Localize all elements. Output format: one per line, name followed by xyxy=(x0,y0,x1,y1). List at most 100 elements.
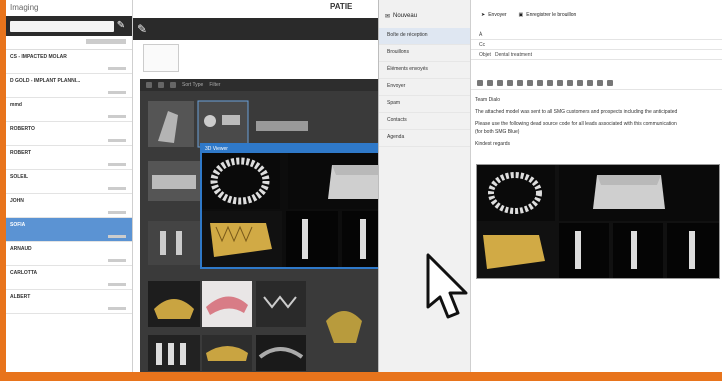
mail-nav-item[interactable]: Contacts xyxy=(379,113,470,130)
to-label: À xyxy=(479,32,483,38)
subject-value: Dental treatment xyxy=(495,52,532,58)
patient-meta xyxy=(108,163,126,166)
patient-row[interactable]: ALBERT xyxy=(6,290,132,314)
patient-thumbnail[interactable] xyxy=(143,44,179,72)
patient-meta xyxy=(108,91,126,94)
attachment-content xyxy=(477,165,719,278)
send-button[interactable]: ➤ Envoyer xyxy=(481,12,507,18)
patient-meta xyxy=(108,115,126,118)
patient-row[interactable]: ARNAUD xyxy=(6,242,132,266)
patient-row[interactable]: JOHN xyxy=(6,194,132,218)
mail-body-line: (for both SMG Blue) xyxy=(475,129,520,135)
patient-search-bar: ✎ xyxy=(6,16,132,36)
patient-list: CS - IMPACTED MOLAR D GOLD - IMPLANT PLAN… xyxy=(6,50,132,314)
patient-search-input[interactable] xyxy=(10,20,114,32)
patient-name: ARNAUD xyxy=(10,246,32,252)
mail-nav-item[interactable]: Éléments envoyés xyxy=(379,62,470,79)
patient-row[interactable]: D GOLD - IMPLANT PLANNI... xyxy=(6,74,132,98)
format-tool-icon[interactable] xyxy=(497,79,503,86)
new-mail-label: Nouveau xyxy=(393,13,418,19)
edit-tool-icon[interactable]: ✎ xyxy=(137,22,147,36)
save-icon: ▣ xyxy=(518,12,524,18)
patient-name: JOHN xyxy=(10,198,24,204)
mail-body-line: Please use the following dead source cod… xyxy=(475,121,677,127)
format-tool-icon[interactable] xyxy=(567,79,573,86)
patient-name: CARLOTTA xyxy=(10,270,38,276)
mail-nav-item[interactable]: Agenda xyxy=(379,130,470,147)
format-tool-icon[interactable] xyxy=(527,79,533,86)
mail-toolbar: ➤ Envoyer ▣ Enregistrer le brouillon xyxy=(471,8,722,22)
format-tool-icon[interactable] xyxy=(477,79,483,86)
browser-label-sort[interactable]: Sort Type xyxy=(182,82,203,88)
patient-meta xyxy=(108,67,126,70)
cursor-icon xyxy=(426,253,468,319)
format-tool-icon[interactable] xyxy=(507,79,513,86)
save-draft-label: Enregistrer le brouillon xyxy=(526,12,577,18)
subject-label: Objet xyxy=(479,52,491,58)
mail-body-line: Team Dialo xyxy=(475,97,501,103)
format-tool-icon[interactable] xyxy=(517,79,523,86)
mail-nav-item[interactable]: Boîte de réception xyxy=(379,28,470,45)
patient-name: CS - IMPACTED MOLAR xyxy=(10,54,67,60)
patient-row[interactable]: mmd xyxy=(6,98,132,122)
patient-row[interactable]: ROBERTO xyxy=(6,122,132,146)
format-tool-icon[interactable] xyxy=(557,79,563,86)
format-tool-icon[interactable] xyxy=(607,79,613,86)
to-field[interactable]: À xyxy=(471,30,722,40)
format-tool-icon[interactable] xyxy=(597,79,603,86)
format-tool-icon[interactable] xyxy=(547,79,553,86)
patient-row[interactable]: CARLOTTA xyxy=(6,266,132,290)
format-tool-icon[interactable] xyxy=(537,79,543,86)
patient-meta xyxy=(108,283,126,286)
viewer-toolbar: ✎ xyxy=(133,18,383,40)
patient-name: ALBERT xyxy=(10,294,31,300)
header-text: PATIE xyxy=(330,2,353,11)
browser-header: Sort Type Filter xyxy=(140,79,380,91)
patient-meta xyxy=(108,187,126,190)
patient-meta xyxy=(108,259,126,262)
save-draft-button[interactable]: ▣ Enregistrer le brouillon xyxy=(519,12,577,18)
patient-name: ROBERTO xyxy=(10,126,35,132)
mail-nav-item[interactable]: Envoyer xyxy=(379,79,470,96)
screenshot-stage: Imaging ✎ CS - IMPACTED MOLAR D GOLD - IM… xyxy=(0,0,722,381)
format-tool-icon[interactable] xyxy=(487,79,493,86)
orange-frame-bottom xyxy=(0,372,722,381)
patient-name: SOFIA xyxy=(10,222,26,228)
mail-nav-item[interactable]: Spam xyxy=(379,96,470,113)
patient-row[interactable]: SOFIA xyxy=(6,218,132,242)
format-toolbar xyxy=(471,76,722,90)
mail-attachment-image[interactable] xyxy=(476,164,720,279)
cc-label: Cc xyxy=(479,42,486,48)
patient-name: D GOLD - IMPLANT PLANNI... xyxy=(10,78,81,84)
cc-field[interactable]: Cc xyxy=(471,40,722,50)
image-thumb[interactable] xyxy=(148,221,200,265)
patient-name: SOLEIL xyxy=(10,174,29,180)
patient-filter-row[interactable] xyxy=(6,36,132,50)
patient-meta xyxy=(108,139,126,142)
patient-panel: Imaging ✎ CS - IMPACTED MOLAR D GOLD - IM… xyxy=(6,0,133,372)
browser-label-filter[interactable]: Filter xyxy=(209,82,220,88)
patient-meta xyxy=(108,235,126,238)
patient-row[interactable]: SOLEIL xyxy=(6,170,132,194)
patient-meta xyxy=(108,211,126,214)
subject-field[interactable]: Objet Dental treatment xyxy=(471,50,722,60)
patient-row[interactable]: ROBERT xyxy=(6,146,132,170)
compose-icon: ✉ xyxy=(385,13,391,20)
mail-body[interactable]: Team Dialo The attached model was sent t… xyxy=(475,96,719,152)
patient-row[interactable]: CS - IMPACTED MOLAR xyxy=(6,50,132,74)
patient-meta xyxy=(108,307,126,310)
patient-name: ROBERT xyxy=(10,150,32,156)
app-title: Imaging xyxy=(10,3,39,12)
mail-body-line: The attached model was sent to all SMG c… xyxy=(475,109,678,115)
format-tool-icon[interactable] xyxy=(577,79,583,86)
image-thumb[interactable] xyxy=(256,281,306,327)
format-tool-icon[interactable] xyxy=(587,79,593,86)
mail-body-line: Kindest regards xyxy=(475,141,511,147)
send-label: Envoyer xyxy=(488,12,507,18)
new-mail-button[interactable]: ✉ Nouveau xyxy=(385,10,464,22)
search-icon[interactable]: ✎ xyxy=(114,19,128,33)
mail-fields: À Cc Objet Dental treatment xyxy=(471,30,722,60)
send-icon: ➤ xyxy=(481,12,486,18)
mail-nav-item[interactable]: Brouillons xyxy=(379,45,470,62)
patient-name: mmd xyxy=(10,102,22,108)
